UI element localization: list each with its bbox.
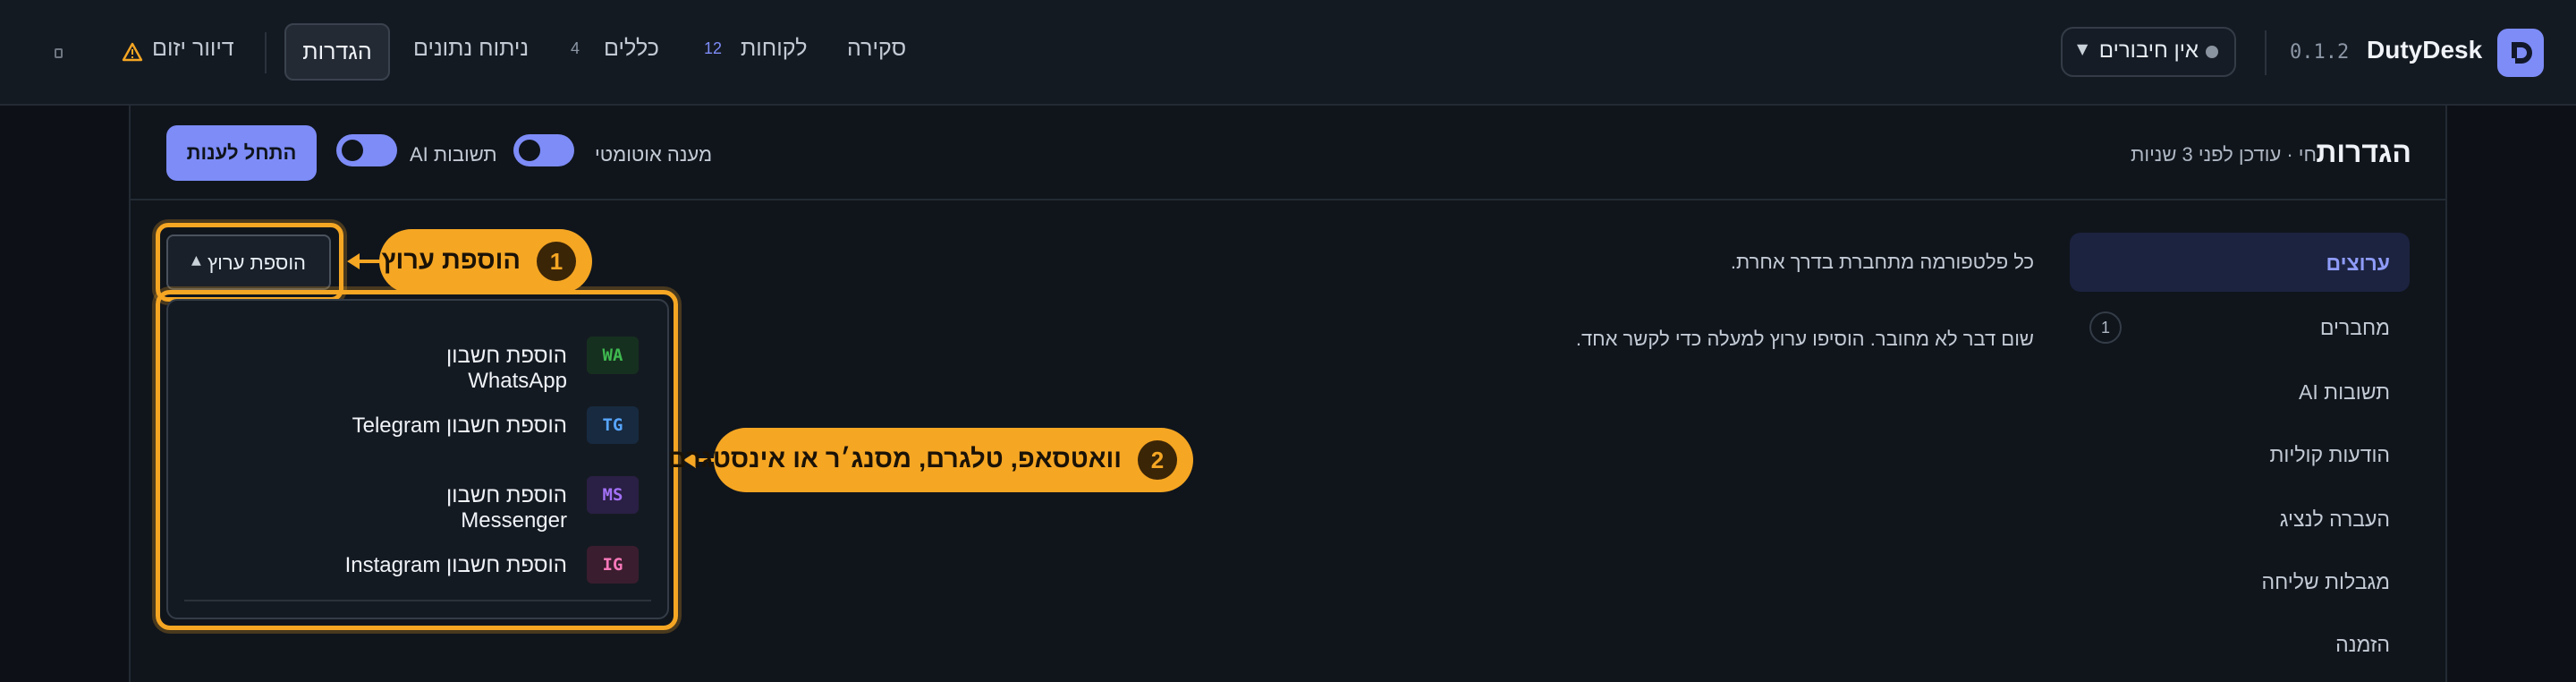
app-version: 0.1.2 <box>2290 41 2350 64</box>
callout-2-number: 2 <box>1138 440 1177 480</box>
auto-reply-label: מענה אוטומטי <box>595 143 713 166</box>
nav-proactive[interactable]: דיוור יזום <box>152 36 234 62</box>
highlight-box-2 <box>156 290 678 630</box>
sidebar-item-label: מגבלות שליחה <box>2261 570 2390 593</box>
sidebar-item-channels[interactable]: ערוצים <box>2070 233 2410 292</box>
ai-replies-label: תשובות AI <box>410 143 497 166</box>
sidebar-item-invite[interactable]: הזמנה <box>2070 614 2410 673</box>
sidebar-item-handoff[interactable]: העברה לנציג <box>2070 489 2410 548</box>
sidebar-item-label: ערוצים <box>2326 251 2390 275</box>
sidebar-item-label: העברה לנציג <box>2279 507 2390 531</box>
status-dot-icon <box>2206 46 2218 58</box>
callout-2-text: וואטסאפ, טלגרם, מסנג׳ר או אינסטגרם <box>667 445 1122 473</box>
no-connection-message: שום דבר לא מחובר. הוסיפו ערוץ למעלה כדי … <box>1575 328 2034 350</box>
nav-settings[interactable]: הגדרות <box>284 23 390 81</box>
sidebar-item-ai-replies[interactable]: תשובות AI <box>2070 362 2410 421</box>
header-divider <box>131 199 2445 200</box>
sidebar-item-connectors[interactable]: מחברים 1 <box>2070 297 2410 356</box>
warning-icon <box>122 42 143 65</box>
sidebar-item-voice-messages[interactable]: הודעות קוליות <box>2070 424 2410 483</box>
live-status: חי · עודכן לפני 3 שניות <box>2131 143 2317 166</box>
start-answering-label: התחל לענות <box>186 141 297 164</box>
start-answering-button[interactable]: התחל לענות <box>166 125 317 181</box>
ai-replies-toggle[interactable] <box>336 134 397 166</box>
callout-2: 2 וואטסאפ, טלגרם, מסנג׳ר או אינסטגרם <box>668 428 1193 492</box>
callout-1-number: 1 <box>537 242 576 281</box>
callout-1-text: הוספת ערוץ <box>381 246 521 275</box>
nav-overview[interactable]: סקירה <box>847 36 906 62</box>
connection-status-label: אין חיבורים <box>2098 38 2199 63</box>
sidebar-item-label: מחברים <box>2319 316 2390 339</box>
nav-rules[interactable]: כללים <box>604 36 659 62</box>
divider <box>265 32 267 73</box>
arrow-1-line <box>358 260 381 263</box>
nav-settings-label: הגדרות <box>302 39 372 64</box>
device-icon[interactable] <box>55 48 63 58</box>
customers-count: 12 <box>704 39 723 57</box>
sidebar-item-label: תשובות AI <box>2299 380 2390 404</box>
sidebar-item-label: הזמנה <box>2335 633 2390 656</box>
caret-down-icon: ▼ <box>2077 40 2089 57</box>
nav-analytics[interactable]: ניתוח נתונים <box>413 36 529 62</box>
rules-count: 4 <box>571 39 580 57</box>
auto-reply-toggle[interactable] <box>513 134 574 166</box>
brand-logo-icon[interactable] <box>2497 29 2544 77</box>
channels-description: כל פלטפורמה מתחברת בדרך אחרת. <box>1730 251 2034 273</box>
connectors-count-badge: 1 <box>2089 311 2122 344</box>
callout-1: 1 הוספת ערוץ <box>379 229 592 294</box>
divider <box>2265 30 2267 75</box>
sidebar-item-label: הודעות קוליות <box>2269 443 2390 466</box>
brand-name: DutyDesk <box>2367 36 2483 64</box>
sidebar-item-send-limits[interactable]: מגבלות שליחה <box>2070 551 2410 610</box>
nav-customers[interactable]: לקוחות <box>741 36 807 62</box>
